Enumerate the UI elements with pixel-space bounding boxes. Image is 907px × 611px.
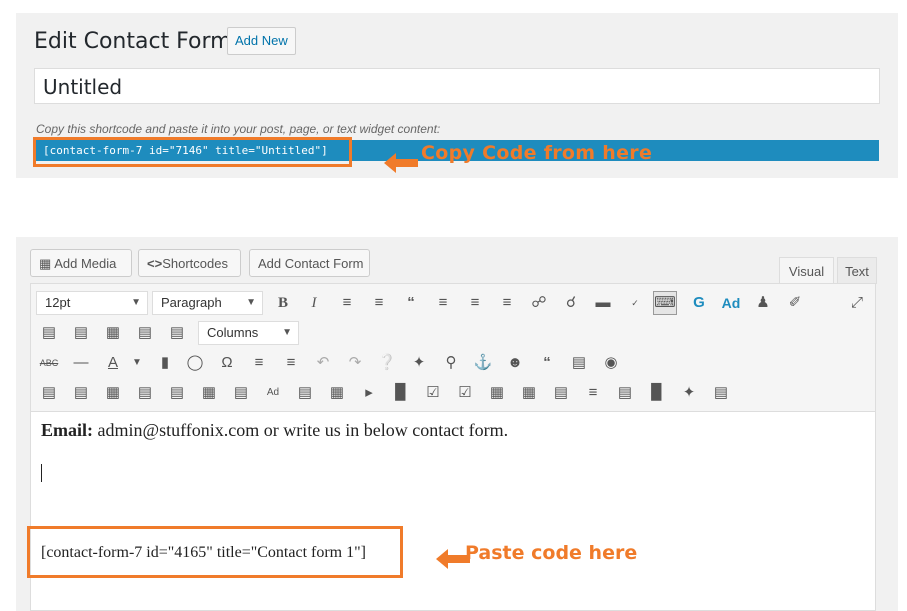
shortcodes-button[interactable]: <>Shortcodes — [138, 249, 241, 277]
share-icon[interactable]: ✦ — [677, 381, 701, 405]
add-new-button[interactable]: Add New — [227, 27, 296, 55]
map-pin-icon[interactable]: ⚲ — [439, 351, 463, 375]
columns-select[interactable]: Columns ▼ — [198, 321, 299, 345]
form-title-input[interactable]: Untitled — [34, 68, 880, 104]
align-center-icon[interactable]: ≡ — [463, 291, 487, 315]
list-icon[interactable]: ≡ — [581, 381, 605, 405]
code-brackets-icon: <> — [147, 256, 163, 271]
bold-icon[interactable]: B — [271, 291, 295, 315]
spellcheck-icon[interactable]: ✓ — [623, 291, 647, 315]
magic-wand-icon[interactable]: ✦ — [407, 351, 431, 375]
grammarly-icon[interactable]: G — [687, 291, 711, 315]
toolbar-toggle-icon[interactable]: ⌨ — [653, 291, 677, 315]
help-icon[interactable]: ❔ — [375, 351, 399, 375]
read-more-icon[interactable]: ▬ — [591, 291, 615, 315]
horizontal-rule-icon[interactable]: — — [69, 351, 93, 375]
toolbar-row-3: ABC — A ▼ ▮ ◯ Ω ≡ ≡ ↶ ↷ ❔ ✦ ⚲ ⚓ ☻ “ ▤ ◉ — [31, 348, 875, 378]
video-icon[interactable]: ▤ — [567, 351, 591, 375]
layout-icon[interactable]: ▤ — [165, 381, 189, 405]
toolbar-row-1: 12pt ▼ Paragraph ▼ B I ≡ ≡ “ ≡ ≡ ≡ ☍ ☌ ▬… — [31, 288, 875, 318]
undo-icon[interactable]: ↶ — [311, 351, 335, 375]
redo-icon[interactable]: ↷ — [343, 351, 367, 375]
text-color-icon[interactable]: A — [101, 351, 125, 375]
chart-icon[interactable]: ▉ — [389, 381, 413, 405]
add-contact-form-button[interactable]: Add Contact Form — [249, 249, 370, 277]
chart-icon[interactable]: ▉ — [645, 381, 669, 405]
paste-code-annotation: Paste code here — [465, 542, 638, 564]
checklist-icon[interactable]: ☑ — [453, 381, 477, 405]
calendar-icon[interactable]: ▤ — [709, 381, 733, 405]
toolbar-row-4: ▤ ▤ ▦ ▤ ▤ ▦ ▤ Ad ▤ ▦ ▸ ▉ ☑ ☑ ▦ ▦ ▤ ≡ ▤ ▉ — [31, 378, 875, 408]
numbered-list-icon[interactable]: ≡ — [367, 291, 391, 315]
block-icon[interactable]: ▤ — [165, 321, 189, 345]
tab-visual[interactable]: Visual — [779, 257, 834, 284]
format-select[interactable]: Paragraph ▼ — [152, 291, 263, 315]
quote-icon[interactable]: “ — [535, 351, 559, 375]
horizontal-line-icon[interactable]: ▤ — [69, 321, 93, 345]
page-title: Edit Contact Form — [34, 29, 232, 54]
text-cursor — [41, 464, 42, 482]
image-icon[interactable]: ▤ — [613, 381, 637, 405]
table-icon[interactable]: ▤ — [37, 321, 61, 345]
ad-inserter-icon[interactable]: Ad — [719, 291, 743, 315]
layout-icon[interactable]: ▦ — [101, 381, 125, 405]
dropdown-arrow-icon: ▼ — [131, 297, 141, 308]
unlink-icon[interactable]: ☌ — [559, 291, 583, 315]
email-label: Email: — [41, 420, 93, 440]
editor-content-line[interactable]: Email: admin@stuffonix.com or write us i… — [41, 420, 508, 441]
align-left-icon[interactable]: ≡ — [431, 291, 455, 315]
link-icon[interactable]: ☍ — [527, 291, 551, 315]
grid-icon[interactable]: ▦ — [485, 381, 509, 405]
toolbar-row-2: ▤ ▤ ▦ ▤ ▤ Columns ▼ — [31, 318, 875, 348]
anchor-icon[interactable]: ⚓ — [471, 351, 495, 375]
row-icon[interactable]: ▦ — [101, 321, 125, 345]
align-right-icon[interactable]: ≡ — [495, 291, 519, 315]
outdent-icon[interactable]: ≡ — [247, 351, 271, 375]
dropdown-arrow-icon[interactable]: ▼ — [125, 351, 149, 375]
grid-icon[interactable]: ▦ — [517, 381, 541, 405]
indent-icon[interactable]: ≡ — [279, 351, 303, 375]
pasted-shortcode[interactable]: [contact-form-7 id="4165" title="Contact… — [41, 544, 366, 562]
tab-text[interactable]: Text — [837, 257, 877, 284]
blockquote-icon[interactable]: “ — [399, 291, 423, 315]
email-text: admin@stuffonix.com or write us in below… — [93, 420, 509, 440]
column-icon[interactable]: ▤ — [133, 321, 157, 345]
layout-icon[interactable]: ▦ — [325, 381, 349, 405]
paste-text-icon[interactable]: ▮ — [153, 351, 177, 375]
layout-icon[interactable]: ▤ — [69, 381, 93, 405]
bullet-list-icon[interactable]: ≡ — [335, 291, 359, 315]
megaphone-icon[interactable]: ▸ — [357, 381, 381, 405]
preview-eye-icon[interactable]: ◉ — [599, 351, 623, 375]
slideshow-icon[interactable]: ▤ — [549, 381, 573, 405]
eraser-icon[interactable]: ◯ — [183, 351, 207, 375]
dropdown-arrow-icon: ▼ — [282, 327, 292, 338]
editor-toolbar: 12pt ▼ Paragraph ▼ B I ≡ ≡ “ ≡ ≡ ≡ ☍ ☌ ▬… — [31, 284, 875, 412]
editor-area: 12pt ▼ Paragraph ▼ B I ≡ ≡ “ ≡ ≡ ≡ ☍ ☌ ▬… — [27, 283, 876, 611]
shortcode-hint: Copy this shortcode and paste it into yo… — [36, 122, 441, 136]
checklist-icon[interactable]: ☑ — [421, 381, 445, 405]
edit-form-panel: Edit Contact Form Add New Untitled Copy … — [16, 13, 898, 178]
strikethrough-icon[interactable]: ABC — [37, 351, 61, 375]
layout-icon[interactable]: ▤ — [37, 381, 61, 405]
italic-icon[interactable]: I — [302, 291, 326, 315]
editor-panel: ▦ Add Media <>Shortcodes Add Contact For… — [16, 237, 898, 611]
copy-code-annotation: Copy Code from here — [421, 142, 653, 164]
arrow-left-icon — [384, 153, 418, 173]
grid-icon[interactable]: ▦ — [197, 381, 221, 405]
layout-icon[interactable]: ▤ — [229, 381, 253, 405]
spy-icon[interactable]: ♟ — [751, 291, 775, 315]
user-icon[interactable]: ☻ — [503, 351, 527, 375]
ad-icon[interactable]: Ad — [261, 381, 285, 405]
layout-icon[interactable]: ▤ — [133, 381, 157, 405]
media-icon: ▦ — [39, 256, 52, 271]
brush-icon[interactable]: ✐ — [783, 291, 807, 315]
add-media-button[interactable]: ▦ Add Media — [30, 249, 132, 277]
layout-icon[interactable]: ▤ — [293, 381, 317, 405]
font-size-select[interactable]: 12pt ▼ — [36, 291, 148, 315]
shortcode-text[interactable]: [contact-form-7 id="7146" title="Untitle… — [43, 144, 328, 157]
fullscreen-icon[interactable]: ⤢ — [845, 291, 869, 315]
special-character-icon[interactable]: Ω — [215, 351, 239, 375]
dropdown-arrow-icon: ▼ — [246, 297, 256, 308]
